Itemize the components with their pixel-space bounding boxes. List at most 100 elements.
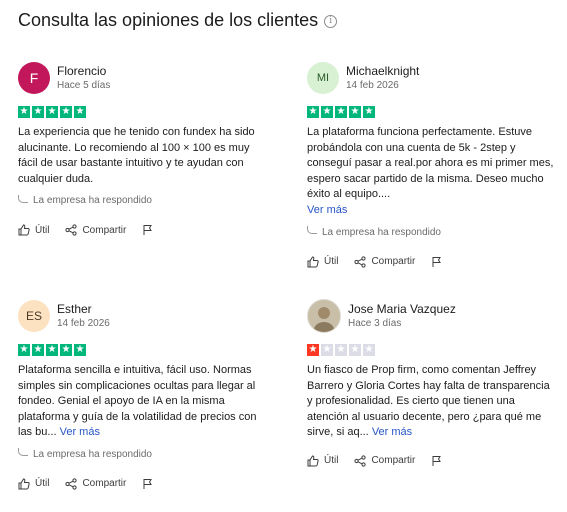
reviewer-name[interactable]: Jose Maria Vazquez xyxy=(348,302,456,317)
page-title: Consulta las opiniones de los clientes i xyxy=(18,10,338,31)
page-title-text: Consulta las opiniones de los clientes xyxy=(18,10,319,30)
share-button[interactable]: Compartir xyxy=(65,478,126,490)
star-icon: ★ xyxy=(335,344,347,356)
thumbs-up-icon xyxy=(307,256,319,268)
company-reply-label: La empresa ha respondido xyxy=(322,226,441,238)
share-button[interactable]: Compartir xyxy=(354,455,415,467)
useful-label: Útil xyxy=(35,224,50,236)
share-button[interactable]: Compartir xyxy=(354,255,416,268)
star-icon: ★ xyxy=(349,344,361,356)
company-reply-label: La empresa ha respondido xyxy=(33,195,152,207)
thumbs-up-icon xyxy=(18,478,30,490)
review-card: ES Esther 14 feb 2026 ★ ★ ★ ★ ★ Plataforma s… xyxy=(18,300,268,490)
thumbs-up-icon xyxy=(18,224,30,236)
star-icon: ★ xyxy=(60,344,72,356)
review-body: Un fiasco de Prop firm, como comentan Je… xyxy=(307,364,550,439)
reviewer-name[interactable]: Florencio xyxy=(57,64,110,79)
review-header: Jose Maria Vazquez Hace 3 días xyxy=(307,299,557,333)
avatar[interactable]: F xyxy=(18,62,50,94)
review-text: La plataforma funciona perfectamente. Es… xyxy=(307,125,557,219)
share-label: Compartir xyxy=(371,256,416,268)
review-header: MI Michaelknight 14 feb 2026 xyxy=(307,62,557,94)
star-icon: ★ xyxy=(46,344,58,356)
reply-arrow-icon xyxy=(18,448,28,457)
share-icon xyxy=(65,224,78,236)
star-icon: ★ xyxy=(363,344,375,356)
review-header: ES Esther 14 feb 2026 xyxy=(18,300,268,332)
info-icon[interactable]: i xyxy=(324,15,338,28)
star-icon: ★ xyxy=(18,344,30,356)
star-icon: ★ xyxy=(363,106,375,118)
company-reply[interactable]: La empresa ha respondido xyxy=(18,448,268,460)
share-label: Compartir xyxy=(82,224,127,236)
useful-button[interactable]: Útil xyxy=(18,478,49,490)
review-card: MI Michaelknight 14 feb 2026 ★ ★ ★ ★ ★ La pl… xyxy=(307,62,557,268)
review-card: Jose Maria Vazquez Hace 3 días ★ ★ ★ ★ ★ Un … xyxy=(307,299,557,467)
avatar[interactable] xyxy=(307,299,341,333)
review-date: 14 feb 2026 xyxy=(57,317,110,329)
star-icon: ★ xyxy=(32,106,44,118)
review-card: F Florencio Hace 5 días ★ ★ ★ ★ ★ La experie… xyxy=(18,62,268,236)
review-header: F Florencio Hace 5 días xyxy=(18,62,268,94)
review-actions: Útil Compartir xyxy=(307,455,557,467)
avatar[interactable]: ES xyxy=(18,300,50,332)
reviewer-name[interactable]: Michaelknight xyxy=(346,64,419,79)
star-rating: ★ ★ ★ ★ ★ xyxy=(307,106,557,118)
review-date: Hace 3 días xyxy=(348,317,402,329)
star-rating: ★ ★ ★ ★ ★ xyxy=(307,344,557,356)
review-actions: Útil Compartir xyxy=(18,478,268,490)
star-icon: ★ xyxy=(321,106,333,118)
share-button[interactable]: Compartir xyxy=(65,224,126,236)
star-icon: ★ xyxy=(335,106,347,118)
useful-button[interactable]: Útil xyxy=(307,455,338,467)
star-icon: ★ xyxy=(46,106,58,118)
star-icon: ★ xyxy=(307,344,319,356)
review-actions: Útil Compartir xyxy=(18,224,268,236)
see-more-link[interactable]: Ver más xyxy=(372,426,412,438)
reviewer-name[interactable]: Esther xyxy=(57,302,110,317)
share-icon xyxy=(65,478,78,490)
share-label: Compartir xyxy=(371,455,416,467)
star-icon: ★ xyxy=(18,106,30,118)
star-icon: ★ xyxy=(307,106,319,118)
star-icon: ★ xyxy=(60,106,72,118)
flag-icon[interactable] xyxy=(431,256,443,268)
review-text: Plataforma sencilla e intuitiva, fácil u… xyxy=(18,363,268,441)
see-more-link[interactable]: Ver más xyxy=(307,203,557,219)
share-label: Compartir xyxy=(82,478,127,490)
star-icon: ★ xyxy=(32,344,44,356)
flag-icon[interactable] xyxy=(142,224,154,236)
review-text: La experiencia que he tenido con fundex … xyxy=(18,125,268,187)
flag-icon[interactable] xyxy=(431,455,443,467)
review-date: Hace 5 días xyxy=(57,79,111,91)
star-rating: ★ ★ ★ ★ ★ xyxy=(18,344,268,356)
useful-button[interactable]: Útil xyxy=(307,256,338,268)
avatar-photo xyxy=(308,300,340,332)
share-icon xyxy=(354,455,367,467)
review-body: Plataforma sencilla e intuitiva, fácil u… xyxy=(18,364,257,439)
review-text: Un fiasco de Prop firm, como comentan Je… xyxy=(307,363,557,441)
flag-icon[interactable] xyxy=(142,478,154,490)
thumbs-up-icon xyxy=(307,455,319,467)
review-actions: Útil Compartir xyxy=(307,255,557,268)
review-body: La experiencia que he tenido con fundex … xyxy=(18,126,255,185)
star-icon: ★ xyxy=(321,344,333,356)
company-reply[interactable]: La empresa ha respondido xyxy=(307,226,557,238)
review-body: La plataforma funciona perfectamente. Es… xyxy=(307,126,554,201)
star-icon: ★ xyxy=(74,106,86,118)
company-reply-label: La empresa ha respondido xyxy=(33,448,152,460)
useful-label: Útil xyxy=(324,455,339,467)
avatar[interactable]: MI xyxy=(307,62,339,94)
share-icon xyxy=(354,255,367,268)
see-more-link[interactable]: Ver más xyxy=(60,426,100,438)
star-rating: ★ ★ ★ ★ ★ xyxy=(18,106,268,118)
review-date: 14 feb 2026 xyxy=(346,79,399,91)
star-icon: ★ xyxy=(349,106,361,118)
useful-button[interactable]: Útil xyxy=(18,224,49,236)
reply-arrow-icon xyxy=(18,194,28,203)
useful-label: Útil xyxy=(324,256,339,268)
company-reply[interactable]: La empresa ha respondido xyxy=(18,194,268,207)
star-icon: ★ xyxy=(74,344,86,356)
reply-arrow-icon xyxy=(307,226,317,235)
useful-label: Útil xyxy=(35,478,50,490)
